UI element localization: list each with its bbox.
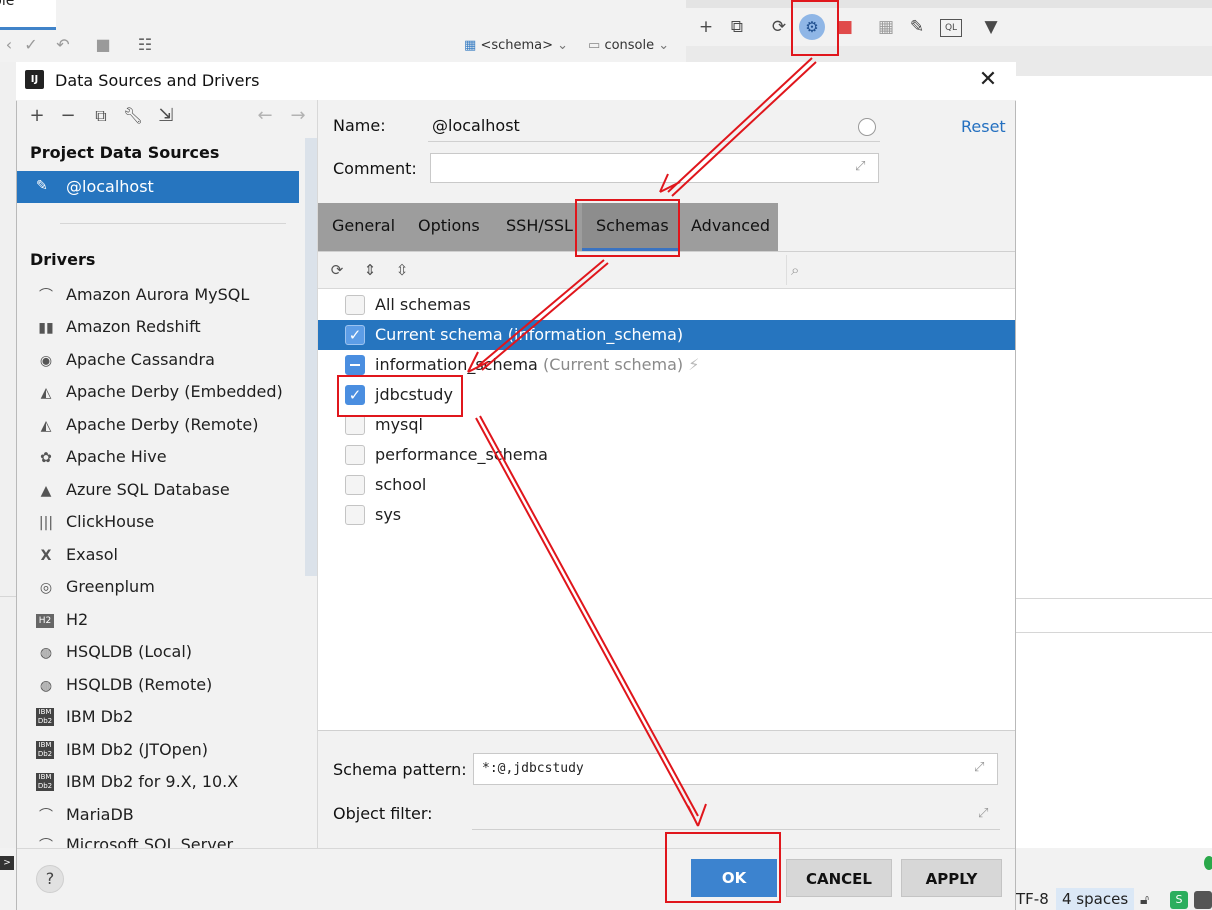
annotation-arrow-1: [659, 57, 817, 197]
annotation-arrows: [467, 57, 817, 827]
annotation-arrow-3: [475, 415, 707, 827]
annotation-arrow-2: [467, 259, 609, 373]
